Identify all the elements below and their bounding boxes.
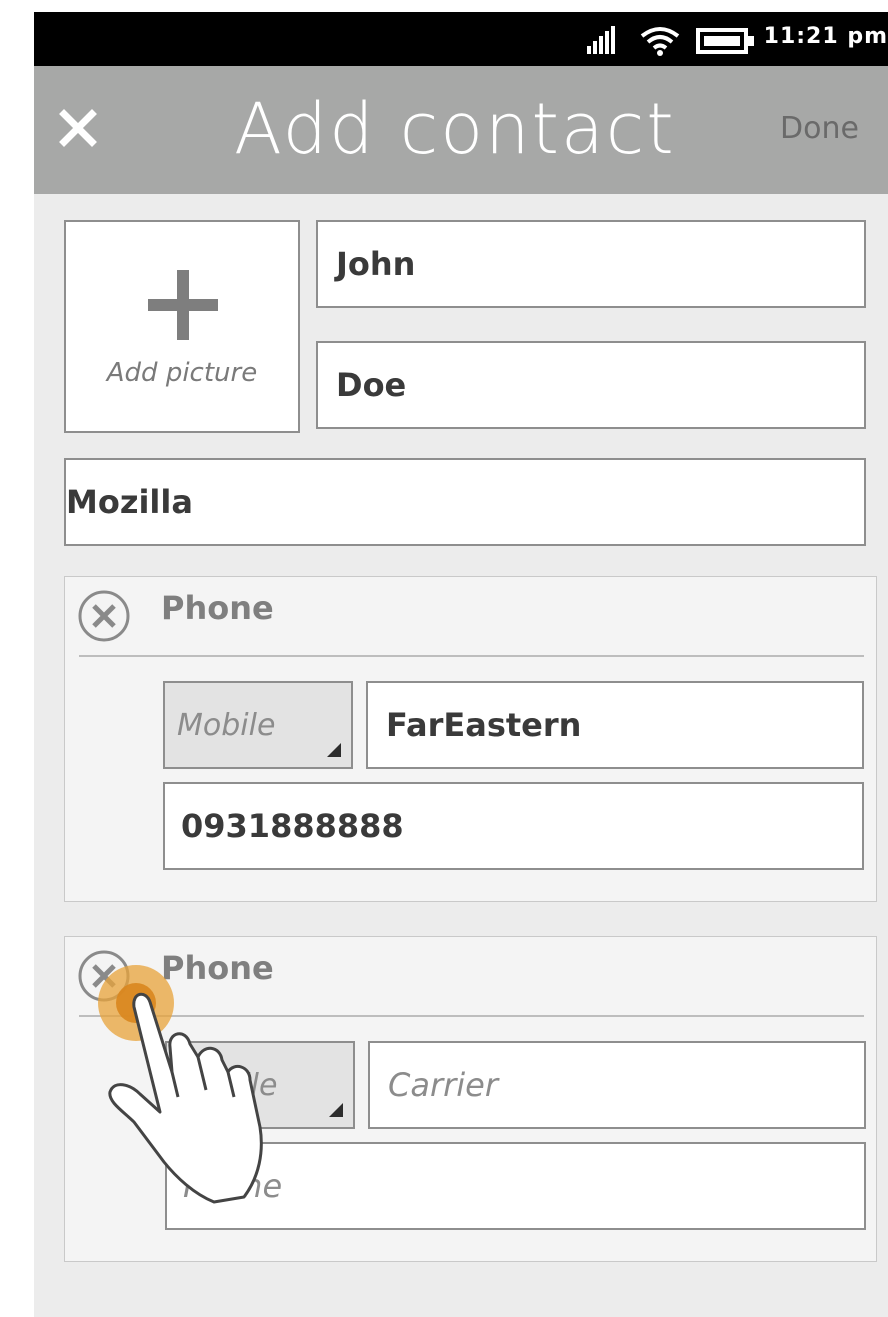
- divider: [79, 655, 864, 657]
- phone-screen: 11:21 pm Add contact Done Add picture Jo…: [34, 12, 888, 1317]
- status-bar: 11:21 pm: [34, 12, 888, 66]
- phone-type-select[interactable]: Mobile: [163, 681, 353, 769]
- carrier-field[interactable]: FarEastern: [366, 681, 864, 769]
- status-time: 11:21 pm: [763, 24, 888, 49]
- page-title: Add contact: [234, 88, 676, 170]
- phone-type-value: Mobile: [177, 707, 276, 743]
- first-name-field[interactable]: John: [316, 220, 866, 308]
- add-picture-label: Add picture: [106, 358, 258, 388]
- wifi-icon: [640, 27, 680, 56]
- add-picture-button[interactable]: Add picture: [64, 220, 300, 433]
- phone-card: Phone Mobile FarEastern 0931888888: [64, 576, 877, 902]
- dropdown-arrow-icon: [327, 743, 341, 757]
- done-button[interactable]: Done: [780, 111, 859, 146]
- battery-icon: [696, 28, 754, 54]
- carrier-field[interactable]: Carrier: [368, 1041, 866, 1129]
- touch-hand-icon: [98, 965, 263, 1204]
- remove-circle-icon[interactable]: [77, 589, 131, 643]
- phone-card-title: Phone: [161, 589, 274, 627]
- phone-number-field[interactable]: 0931888888: [163, 782, 864, 870]
- company-field[interactable]: Mozilla: [64, 458, 866, 546]
- signal-icon: [587, 26, 615, 54]
- last-name-field[interactable]: Doe: [316, 341, 866, 429]
- header-bar: Add contact Done: [34, 66, 888, 194]
- plus-icon: [148, 270, 218, 340]
- close-icon[interactable]: [58, 108, 98, 148]
